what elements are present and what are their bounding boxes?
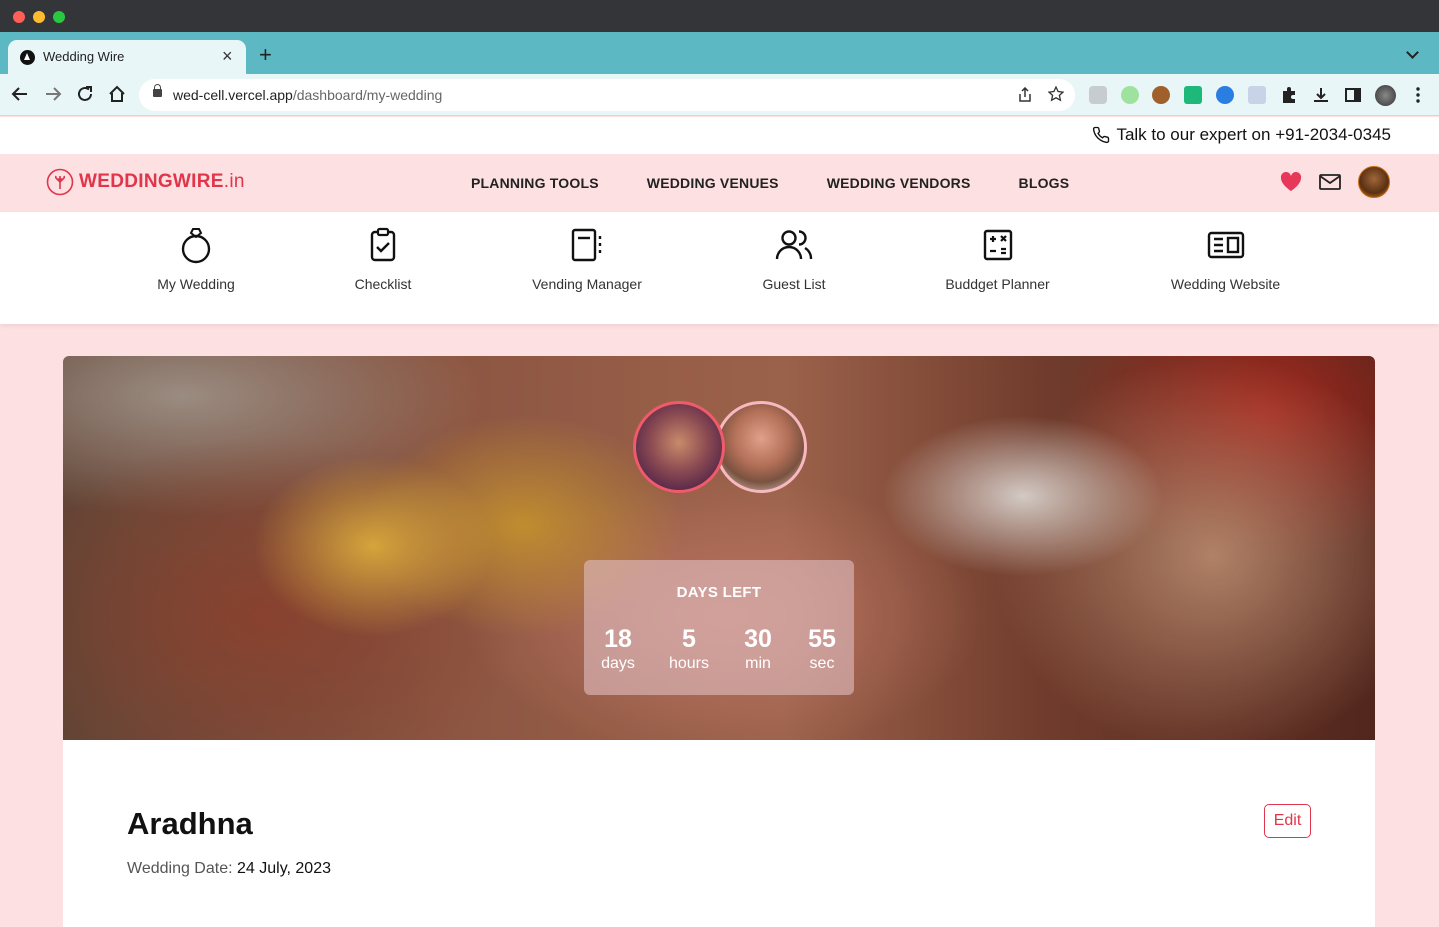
clipboard-check-icon bbox=[370, 227, 396, 262]
close-window-button[interactable] bbox=[13, 11, 25, 23]
more-options-icon[interactable] bbox=[1410, 86, 1426, 104]
countdown-days-value: 18 bbox=[604, 625, 632, 653]
tool-wedding-website[interactable]: Wedding Website bbox=[1160, 226, 1291, 292]
countdown-panel: DAYS LEFT 18 days 5 hours 30 min 55 sec bbox=[584, 560, 854, 695]
wedding-info-card: Aradhna Wedding Date: 24 July, 2023 Edit bbox=[63, 740, 1375, 927]
tool-label: Wedding Website bbox=[1170, 276, 1281, 292]
minimize-window-button[interactable] bbox=[33, 11, 45, 23]
side-panel-icon[interactable] bbox=[1344, 86, 1362, 104]
countdown-hours-value: 5 bbox=[682, 625, 696, 653]
notebook-icon bbox=[571, 228, 602, 262]
logo-suffix: .in bbox=[223, 171, 245, 192]
countdown-seconds-label: sec bbox=[809, 655, 835, 672]
ring-icon bbox=[181, 228, 211, 264]
extension-teal-icon[interactable] bbox=[1184, 86, 1202, 104]
website-layout-icon bbox=[1207, 231, 1244, 259]
download-icon[interactable] bbox=[1312, 86, 1330, 104]
tool-label: Checklist bbox=[354, 276, 412, 292]
nav-actions bbox=[1280, 166, 1390, 198]
puzzle-extensions-icon[interactable] bbox=[1280, 86, 1298, 104]
site-logo[interactable]: WEDDINGWIRE.in bbox=[46, 168, 245, 196]
tab-search-chevron-icon[interactable] bbox=[1406, 46, 1419, 59]
countdown-seconds-value: 55 bbox=[808, 625, 836, 653]
contact-phone[interactable]: +91-2034-0345 bbox=[1275, 125, 1391, 144]
contact-text: Talk to our expert on bbox=[1116, 125, 1276, 144]
browser-tab[interactable]: Wedding Wire × bbox=[8, 40, 246, 74]
bride-photo bbox=[633, 401, 725, 493]
tool-my-wedding[interactable]: My Wedding bbox=[140, 226, 252, 292]
countdown-hours: 5 hours bbox=[664, 624, 714, 674]
home-icon bbox=[109, 85, 125, 102]
user-avatar[interactable] bbox=[1358, 166, 1390, 198]
wedding-date-value: 24 July, 2023 bbox=[237, 860, 331, 877]
nav-wedding-venues[interactable]: WEDDING VENUES bbox=[647, 175, 779, 191]
logo-text: WEDDINGWIRE bbox=[79, 171, 224, 192]
address-bar[interactable]: wed-cell.vercel.app/dashboard/my-wedding bbox=[139, 79, 1075, 111]
reload-icon bbox=[78, 86, 92, 101]
calculator-icon bbox=[983, 229, 1012, 261]
tab-strip: Wedding Wire × + bbox=[0, 32, 1439, 74]
countdown-minutes-label: min bbox=[745, 655, 771, 672]
tool-vending-manager[interactable]: Vending Manager bbox=[522, 226, 652, 292]
wedding-date: Wedding Date: 24 July, 2023 bbox=[127, 860, 331, 878]
new-tab-button[interactable]: + bbox=[259, 44, 272, 66]
profile-avatar-icon[interactable] bbox=[1375, 85, 1396, 106]
arrow-left-icon bbox=[11, 87, 27, 101]
tab-title: Wedding Wire bbox=[43, 49, 125, 64]
shield-extension-icon[interactable] bbox=[1089, 86, 1107, 104]
maximize-window-button[interactable] bbox=[53, 11, 65, 23]
planning-tools-bar: My Wedding Checklist Vending Manager Gue… bbox=[0, 212, 1439, 324]
tool-label: Buddget Planner bbox=[945, 276, 1050, 292]
tool-budget-planner[interactable]: Buddget Planner bbox=[935, 226, 1060, 292]
nav-wedding-vendors[interactable]: WEDDING VENDORS bbox=[827, 175, 971, 191]
back-button[interactable] bbox=[8, 82, 32, 106]
forward-button[interactable] bbox=[41, 82, 65, 106]
extension-green-icon[interactable] bbox=[1121, 86, 1139, 104]
close-tab-icon[interactable]: × bbox=[222, 46, 233, 66]
eyedropper-extension-icon[interactable] bbox=[1248, 86, 1266, 104]
mail-icon[interactable] bbox=[1318, 172, 1342, 192]
reload-button[interactable] bbox=[73, 82, 97, 106]
arrow-right-icon bbox=[46, 87, 62, 101]
groom-photo bbox=[715, 401, 807, 493]
countdown-days: 18 days bbox=[596, 624, 640, 674]
tool-label: Guest List bbox=[762, 276, 826, 292]
expert-contact[interactable]: Talk to our expert on +91-2034-0345 bbox=[1092, 125, 1391, 145]
main-navigation: WEDDINGWIRE.in PLANNING TOOLS WEDDING VE… bbox=[0, 154, 1439, 212]
cookie-extension-icon[interactable] bbox=[1152, 86, 1170, 104]
edit-button[interactable]: Edit bbox=[1264, 804, 1311, 838]
bookmark-star-icon[interactable] bbox=[1048, 86, 1064, 102]
logo-emblem-icon bbox=[46, 168, 74, 196]
url-text[interactable]: wed-cell.vercel.app/dashboard/my-wedding bbox=[173, 87, 442, 103]
share-icon[interactable] bbox=[1018, 87, 1032, 103]
browser-toolbar: wed-cell.vercel.app/dashboard/my-wedding bbox=[0, 74, 1439, 116]
contact-bar: Talk to our expert on +91-2034-0345 bbox=[0, 117, 1439, 154]
lock-icon bbox=[153, 84, 162, 97]
tool-checklist[interactable]: Checklist bbox=[333, 226, 433, 292]
phone-icon bbox=[1093, 126, 1110, 144]
extension-blue-icon[interactable] bbox=[1216, 86, 1234, 104]
window-titlebar bbox=[0, 0, 1439, 32]
countdown-days-label: days bbox=[601, 655, 635, 672]
tool-label: Vending Manager bbox=[532, 276, 642, 292]
wedding-hero-banner: DAYS LEFT 18 days 5 hours 30 min 55 sec bbox=[63, 356, 1375, 740]
heart-icon[interactable] bbox=[1280, 172, 1302, 192]
countdown-minutes-value: 30 bbox=[744, 625, 772, 653]
countdown-seconds: 55 sec bbox=[800, 624, 844, 674]
tool-guest-list[interactable]: Guest List bbox=[744, 226, 844, 292]
wedding-date-label: Wedding Date: bbox=[127, 860, 237, 877]
home-button[interactable] bbox=[105, 82, 129, 106]
site-favicon-icon bbox=[20, 50, 35, 65]
nav-planning-tools[interactable]: PLANNING TOOLS bbox=[471, 175, 599, 191]
countdown-title: DAYS LEFT bbox=[676, 584, 762, 601]
users-icon bbox=[775, 230, 813, 260]
countdown-hours-label: hours bbox=[668, 655, 710, 672]
countdown-minutes: 30 min bbox=[736, 624, 780, 674]
nav-blogs[interactable]: BLOGS bbox=[1019, 175, 1070, 191]
wedding-name: Aradhna bbox=[127, 806, 253, 841]
tool-label: My Wedding bbox=[157, 276, 235, 292]
nav-links: PLANNING TOOLS WEDDING VENUES WEDDING VE… bbox=[471, 175, 1069, 191]
